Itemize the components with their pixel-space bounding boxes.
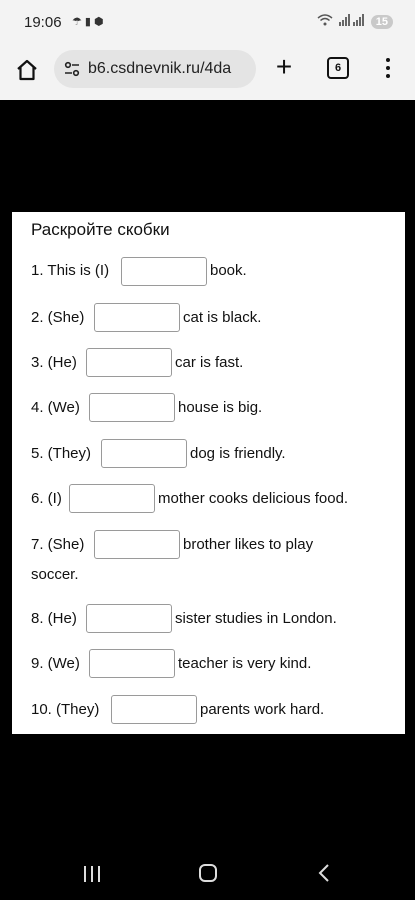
item-7-suffix: brother likes to play — [183, 536, 314, 553]
home-button[interactable] — [14, 57, 40, 83]
exercise-card: Раскройте скобки 1. This is (I) book. 2.… — [12, 212, 405, 734]
menu-button[interactable] — [380, 56, 396, 82]
item-7-prefix: 7. (She) — [31, 536, 85, 553]
notification-icons: ☂▮⬢ — [72, 15, 107, 28]
item-6-input[interactable] — [69, 484, 155, 513]
item-5-suffix: dog is friendly. — [190, 445, 286, 462]
item-10-prefix: 10. (They) — [31, 701, 100, 718]
item-3-input[interactable] — [86, 348, 172, 377]
battery-indicator: 15 — [370, 14, 393, 29]
item-8-suffix: sister studies in London. — [175, 610, 337, 627]
item-8-prefix: 8. (He) — [31, 610, 77, 627]
item-1-suffix: book. — [210, 262, 247, 279]
battery-saver-icon: ▮ — [84, 16, 94, 28]
status-bar: 19:06 ☂▮⬢ 15 — [0, 0, 415, 44]
back-icon — [318, 864, 329, 882]
item-10-input[interactable] — [111, 695, 197, 724]
item-9-input[interactable] — [89, 649, 175, 678]
item-4-suffix: house is big. — [178, 399, 263, 416]
system-indicators: 15 — [317, 14, 393, 29]
item-1-input[interactable] — [121, 257, 207, 286]
wifi-icon — [317, 14, 333, 29]
umbrella-icon: ☂ — [72, 16, 85, 28]
item-10-suffix: parents work hard. — [200, 701, 325, 718]
browser-toolbar: b6.csdnevnik.ru/4da + 6 — [0, 44, 415, 100]
item-1-prefix: 1. This is (I) — [31, 262, 110, 279]
item-9-suffix: teacher is very kind. — [178, 655, 312, 672]
item-6-prefix: 6. (I) — [31, 490, 62, 507]
status-time: 19:06 — [24, 14, 62, 31]
url-text[interactable]: b6.csdnevnik.ru/4da — [88, 60, 231, 78]
item-7-suffix-line2: soccer. — [31, 566, 79, 583]
back-button[interactable] — [316, 863, 332, 883]
item-8-input[interactable] — [86, 604, 172, 633]
item-4-prefix: 4. (We) — [31, 399, 80, 416]
item-3-suffix: car is fast. — [175, 354, 244, 371]
item-2-suffix: cat is black. — [183, 309, 262, 326]
item-3-prefix: 3. (He) — [31, 354, 77, 371]
item-6-suffix: mother cooks delicious food. — [158, 490, 349, 507]
item-2-prefix: 2. (She) — [31, 309, 85, 326]
address-bar[interactable]: b6.csdnevnik.ru/4da — [54, 50, 256, 88]
item-5-input[interactable] — [101, 439, 187, 468]
site-settings-icon[interactable] — [64, 61, 80, 77]
item-2-input[interactable] — [94, 303, 180, 332]
recents-button[interactable] — [83, 866, 101, 882]
item-7-input[interactable] — [94, 530, 180, 559]
home-icon — [17, 59, 37, 81]
item-5-prefix: 5. (They) — [31, 445, 92, 462]
page-dark-header — [0, 100, 415, 210]
plus-icon: + — [275, 51, 293, 82]
exercise-title: Раскройте скобки — [31, 220, 170, 239]
signal-icon — [338, 14, 365, 29]
new-tab-button[interactable]: + — [272, 53, 296, 83]
system-navigation-bar — [0, 838, 415, 900]
item-9-prefix: 9. (We) — [31, 655, 80, 672]
tab-switcher-button[interactable]: 6 — [327, 57, 349, 79]
item-4-input[interactable] — [89, 393, 175, 422]
home-nav-button[interactable] — [199, 864, 217, 882]
cube-icon: ⬢ — [93, 16, 107, 28]
